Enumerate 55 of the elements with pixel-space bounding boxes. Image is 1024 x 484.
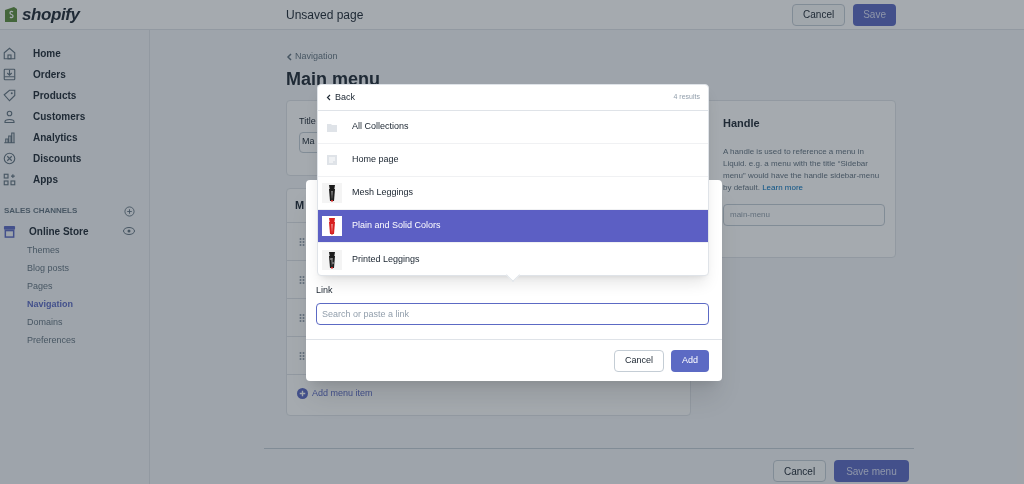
add-menu-item-link[interactable]: Add menu item [297, 387, 373, 401]
add-button[interactable]: Add [671, 349, 709, 372]
nav-item[interactable]: Orders [0, 64, 149, 85]
card-heading: Handle [723, 116, 761, 131]
field-label: Title [299, 115, 316, 128]
back-button[interactable]: Back [326, 90, 355, 105]
house-icon [2, 46, 17, 61]
drag-handle-icon[interactable] [299, 350, 305, 361]
field-label: Link [316, 284, 334, 297]
result-item[interactable]: Printed Leggings [318, 243, 708, 276]
logo-text: shopify [22, 3, 80, 26]
nav-subitem[interactable]: Domains [0, 314, 149, 332]
nav-subitem[interactable]: Preferences [0, 332, 149, 350]
cancel-button[interactable]: Cancel [613, 349, 664, 372]
tag-icon [2, 88, 17, 103]
page-title: Unsaved page [286, 6, 364, 24]
add-icon[interactable] [124, 205, 135, 217]
chevron-left-icon [326, 94, 331, 101]
plus-circle-icon [297, 388, 308, 400]
badge-icon [2, 151, 17, 166]
cancel-button[interactable]: Cancel [792, 3, 846, 26]
chevron-left-icon[interactable] [286, 53, 292, 61]
nav-item[interactable]: Apps [0, 169, 149, 190]
breadcrumb-link[interactable]: Navigation [295, 50, 338, 64]
nav-subitem[interactable]: Blog posts [0, 260, 149, 278]
result-item[interactable]: Plain and Solid Colors [318, 210, 708, 243]
inbox-icon [2, 67, 17, 82]
nav-item[interactable]: Products [0, 85, 149, 106]
folder-icon [326, 121, 338, 133]
person-icon [2, 109, 17, 124]
nav-item[interactable]: Home [0, 43, 149, 64]
drag-handle-icon[interactable] [299, 236, 305, 247]
eye-icon[interactable] [123, 227, 135, 235]
nav-subitem[interactable]: Navigation [0, 296, 149, 314]
handle-description: A handle is used to reference a menu in Liquid. e.g. a menu with the title “Sidebar menu” would have the handle sidebar-menu by default. Learn more [723, 145, 881, 194]
apps-icon [2, 172, 17, 187]
result-item[interactable]: Home page [318, 144, 708, 177]
nav-item[interactable]: Analytics [0, 127, 149, 148]
drag-handle-icon[interactable] [299, 274, 305, 285]
shopping-bag-icon [4, 6, 18, 23]
link-field[interactable]: Search or paste a link [316, 302, 709, 325]
nav-item[interactable]: Customers [0, 106, 149, 127]
nav-subitem[interactable]: Pages [0, 278, 149, 296]
learn-more-link[interactable]: Learn more [762, 182, 804, 192]
nav-subitem[interactable]: Themes [0, 242, 149, 260]
cancel-button[interactable]: Cancel [773, 460, 827, 482]
drag-handle-icon[interactable] [299, 312, 305, 323]
card-heading: M [295, 198, 305, 214]
bar-chart-icon [2, 130, 17, 145]
nav-item[interactable]: Online Store [29, 223, 89, 239]
result-item[interactable]: All Collections [318, 111, 708, 144]
nav-item[interactable]: Discounts [0, 148, 149, 169]
store-icon [3, 224, 16, 238]
section-heading: SALES CHANNELS [4, 205, 78, 217]
page-icon [326, 154, 338, 166]
